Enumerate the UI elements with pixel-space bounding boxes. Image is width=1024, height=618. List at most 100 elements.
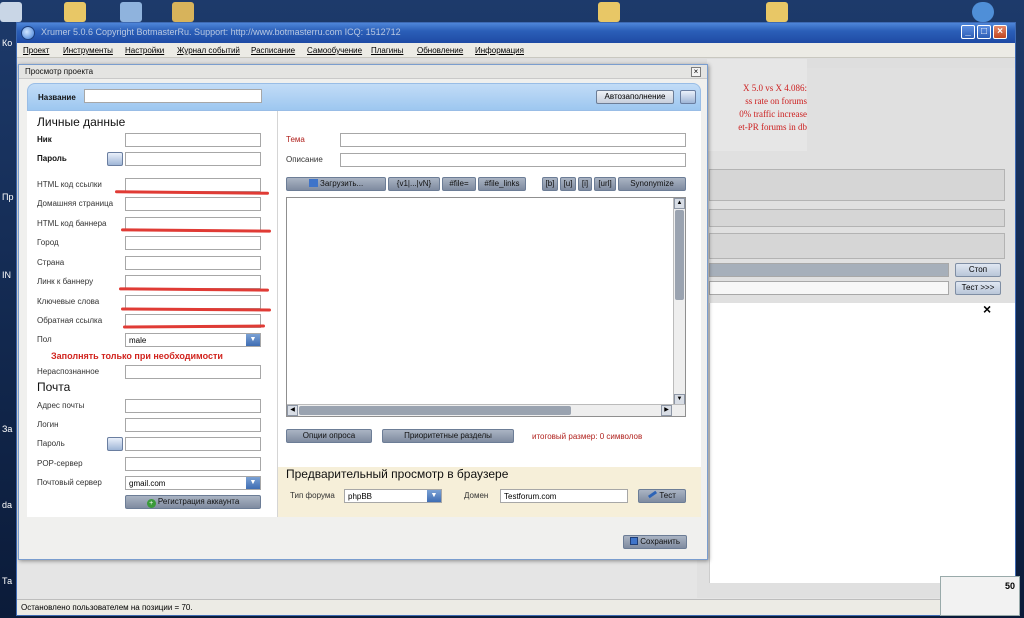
upload-label: Загрузить... <box>320 179 364 188</box>
backlink-label: Обратная ссылка <box>37 316 103 325</box>
chevron-down-icon: ▼ <box>427 490 441 502</box>
url-button[interactable]: [url] <box>594 177 616 191</box>
menu-info[interactable]: Информация <box>475 46 524 55</box>
preview-test-label: Тест <box>659 491 676 500</box>
country-input[interactable] <box>125 256 261 270</box>
scroll-thumb[interactable] <box>675 210 684 300</box>
topic-input[interactable] <box>340 133 686 147</box>
preview-test-button[interactable]: Тест <box>638 489 686 503</box>
scroll-up-icon[interactable]: ▲ <box>674 198 685 209</box>
scroll-left-icon[interactable]: ◀ <box>287 405 298 416</box>
folder-icon[interactable] <box>598 2 620 22</box>
highlight-underline <box>118 287 270 292</box>
city-input[interactable] <box>125 236 261 250</box>
menu-schedule[interactable]: Расписание <box>251 46 295 55</box>
dialog-title: Просмотр проекта <box>25 67 94 76</box>
close-button[interactable]: × <box>993 25 1007 39</box>
save-icon <box>630 537 638 545</box>
mail-password-input[interactable] <box>125 437 261 451</box>
desktop-label: da <box>2 500 13 510</box>
vertical-scrollbar[interactable]: ▲ ▼ <box>673 198 685 406</box>
pop-server-input[interactable] <box>125 457 261 471</box>
domain-input[interactable]: Testforum.com <box>500 489 628 503</box>
minimize-button[interactable]: _ <box>961 25 975 39</box>
file-links-button[interactable]: #file_links <box>478 177 526 191</box>
key-icon[interactable] <box>107 152 123 166</box>
message-editor[interactable]: ▲ ▼ ◀ ▶ <box>286 197 686 417</box>
title-bar[interactable]: Xrumer 5.0.6 Copyright BotmasterRu. Supp… <box>17 23 1015 43</box>
menu-update[interactable]: Обновление <box>417 46 463 55</box>
password-label: Пароль <box>37 154 67 163</box>
menu-project[interactable]: Проект <box>23 46 49 55</box>
desktop-icon[interactable] <box>120 2 142 22</box>
menu-tools[interactable]: Инструменты <box>63 46 113 55</box>
poll-options-button[interactable]: Опции опроса <box>286 429 372 443</box>
folder-icon[interactable] <box>64 2 86 22</box>
desktop-icon[interactable] <box>0 2 22 22</box>
topic-label: Тема <box>286 135 305 144</box>
right-panel-box <box>709 209 1005 227</box>
edit-icon[interactable] <box>680 90 696 104</box>
folder-icon[interactable] <box>172 2 194 22</box>
menu-settings[interactable]: Настройки <box>125 46 164 55</box>
menu-plugins[interactable]: Плагины <box>371 46 403 55</box>
scroll-thumb[interactable] <box>299 406 571 415</box>
bold-button[interactable]: [b] <box>542 177 558 191</box>
file-macro-button[interactable]: #file= <box>442 177 476 191</box>
close-icon[interactable]: × <box>983 301 991 317</box>
mail-login-input[interactable] <box>125 418 261 432</box>
dialog-title-bar[interactable]: Просмотр проекта × <box>19 65 707 79</box>
homepage-input[interactable] <box>125 197 261 211</box>
nick-input[interactable] <box>125 133 261 147</box>
tray-value: 50 <box>1005 581 1016 591</box>
variants-button[interactable]: {v1|...|vN} <box>388 177 440 191</box>
html-banner-label: HTML код баннера <box>37 219 107 228</box>
name-input[interactable] <box>84 89 262 103</box>
save-button[interactable]: Сохранить <box>623 535 687 549</box>
city-label: Город <box>37 238 59 247</box>
synonymize-button[interactable]: Synonymize <box>618 177 686 191</box>
forum-type-select[interactable]: phpBB ▼ <box>344 489 442 503</box>
menu-self-learning[interactable]: Самообучение <box>307 46 362 55</box>
browser-icon[interactable] <box>972 2 994 22</box>
unrecognized-label: Нераспознанное <box>37 367 100 376</box>
promo-line: X 5.0 vs X 4.086: <box>742 83 807 93</box>
mail-login-label: Логин <box>37 420 59 429</box>
unrecognized-input[interactable] <box>125 365 261 379</box>
maximize-button[interactable]: □ <box>977 25 991 39</box>
description-input[interactable] <box>340 153 686 167</box>
stop-button[interactable]: Стоп <box>955 263 1001 277</box>
add-icon: + <box>146 499 156 508</box>
register-account-button[interactable]: + Регистрация аккаунта <box>125 495 261 509</box>
priority-sections-button[interactable]: Приоритетные разделы <box>382 429 514 443</box>
underline-button[interactable]: [u] <box>560 177 576 191</box>
promo-line: ss rate on forums <box>745 96 807 106</box>
desktop-label: IN <box>2 270 11 280</box>
highlight-underline <box>120 228 272 233</box>
window-title: Xrumer 5.0.6 Copyright BotmasterRu. Supp… <box>41 27 401 37</box>
gender-select[interactable]: male ▼ <box>125 333 261 347</box>
key-icon[interactable] <box>107 437 123 451</box>
menu-event-log[interactable]: Журнал событий <box>177 46 240 55</box>
mail-address-input[interactable] <box>125 399 261 413</box>
project-dialog: Просмотр проекта × Название Автозаполнен… <box>18 64 708 560</box>
app-icon <box>21 26 35 40</box>
name-label: Название <box>38 93 76 102</box>
log-area[interactable] <box>709 303 1015 583</box>
scroll-right-icon[interactable]: ▶ <box>661 405 672 416</box>
html-link-label: HTML код ссылки <box>37 180 102 189</box>
autofill-button[interactable]: Автозаполнение <box>596 90 674 104</box>
mail-heading: Почта <box>37 380 71 394</box>
horizontal-scrollbar[interactable]: ◀ ▶ <box>287 404 685 416</box>
italic-button[interactable]: [i] <box>578 177 592 191</box>
dialog-close-button[interactable]: × <box>691 67 701 77</box>
upload-button[interactable]: Загрузить... <box>286 177 386 191</box>
menu-bar: Проект Инструменты Настройки Журнал собы… <box>17 43 1015 58</box>
mail-server-select[interactable]: gmail.com ▼ <box>125 476 261 490</box>
folder-icon[interactable] <box>766 2 788 22</box>
test-url-field[interactable] <box>709 281 949 295</box>
password-input[interactable] <box>125 152 261 166</box>
description-label: Описание <box>286 155 323 164</box>
chevron-down-icon: ▼ <box>246 334 260 346</box>
test-button[interactable]: Тест >>> <box>955 281 1001 295</box>
